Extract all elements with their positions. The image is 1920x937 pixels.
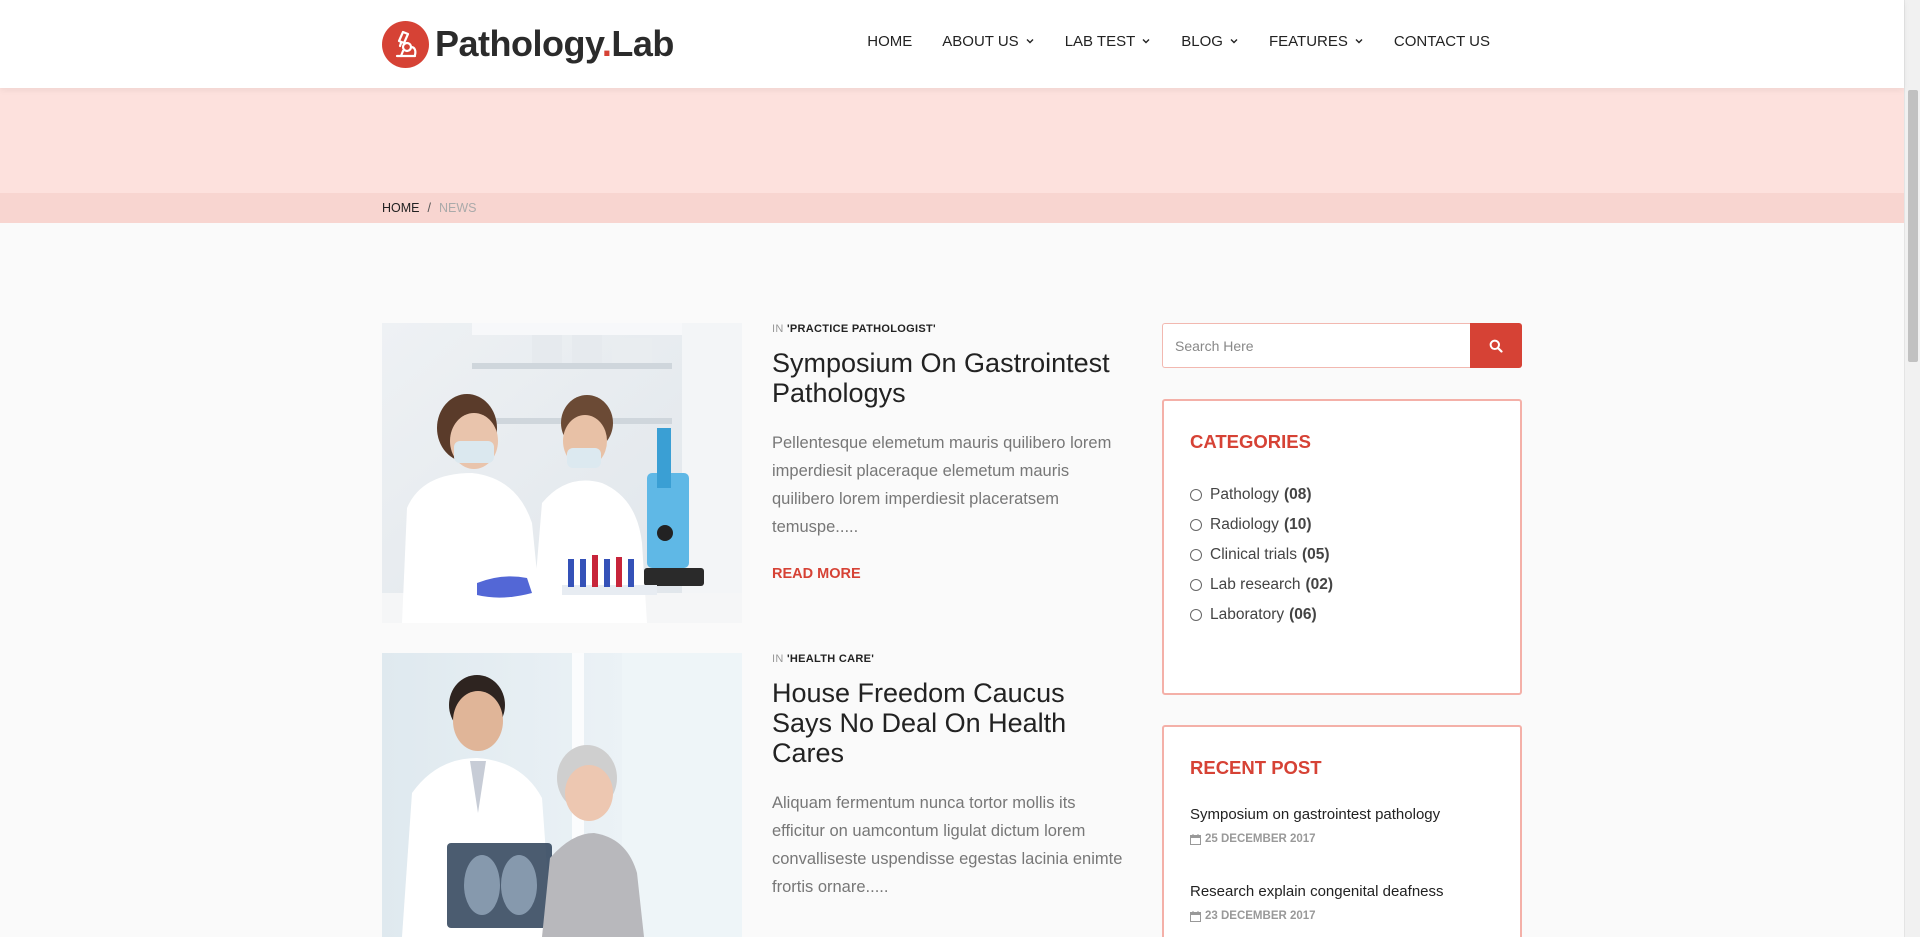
widget-title: CATEGORIES (1190, 431, 1311, 452)
site-logo[interactable]: Pathology.Lab (382, 20, 674, 68)
post-category-link[interactable]: 'HEALTH CARE' (787, 653, 874, 665)
scrollbar-thumb[interactable] (1908, 90, 1918, 362)
post-title[interactable]: Symposium On Gastrointest Pathologys (772, 348, 1132, 408)
site-header: Pathology.Lab HOME ABOUT US LAB TEST BLO… (0, 0, 1904, 88)
breadcrumb-bar: HOME / NEWS (0, 193, 1904, 223)
category-item-radiology[interactable]: Radiology (10) (1190, 510, 1520, 540)
post-excerpt: Aliquam fermentum nunca tortor mollis it… (772, 794, 1123, 896)
nav-contact-us[interactable]: CONTACT US (1394, 33, 1490, 50)
page-scrollbar[interactable] (1904, 0, 1920, 937)
category-list: Pathology (08) Radiology (10) Clinical tri… (1190, 480, 1520, 630)
recent-post-item: Research explain congenital deafness 23 … (1190, 883, 1520, 922)
main-nav: HOME ABOUT US LAB TEST BLOG FEATURES CON… (837, 29, 1490, 53)
post-title[interactable]: House Freedom Caucus Says No Deal On Hea… (772, 678, 1132, 768)
microscope-icon (382, 20, 429, 68)
circle-bullet-icon (1190, 549, 1202, 561)
post-image-lab-scientists[interactable] (382, 323, 742, 623)
categories-widget: CATEGORIES Pathology (08) Radiology (10) C… (1162, 399, 1522, 695)
nav-about-us[interactable]: ABOUT US (942, 33, 1034, 50)
calendar-icon (1190, 833, 1201, 845)
recent-post-title[interactable]: Symposium on gastrointest pathology (1190, 806, 1520, 823)
nav-home[interactable]: HOME (867, 33, 912, 50)
breadcrumb-home[interactable]: HOME (382, 201, 420, 215)
post-excerpt: Pellentesque elemetum mauris quilibero l… (772, 434, 1112, 536)
post-content: IN 'HEALTH CARE' House Freedom Caucus Sa… (772, 653, 1132, 901)
widget-title: RECENT POST (1190, 757, 1322, 778)
recent-post-date: 23 DECEMBER 2017 (1190, 910, 1520, 922)
post-category: IN 'PRACTICE PATHOLOGIST' (772, 323, 936, 335)
blog-post: IN 'PRACTICE PATHOLOGIST' Symposium On G… (382, 323, 1127, 623)
category-item-pathology[interactable]: Pathology (08) (1190, 480, 1520, 510)
breadcrumb-current: NEWS (438, 201, 477, 215)
recent-posts-widget: RECENT POST Symposium on gastrointest pa… (1162, 725, 1522, 937)
post-content: IN 'PRACTICE PATHOLOGIST' Symposium On G… (772, 323, 1132, 583)
nav-lab-test[interactable]: LAB TEST (1065, 33, 1152, 50)
recent-post-item: Symposium on gastrointest pathology 25 D… (1190, 806, 1520, 845)
blog-post: IN 'HEALTH CARE' House Freedom Caucus Sa… (382, 653, 1127, 937)
category-item-lab-research[interactable]: Lab research (02) (1190, 570, 1520, 600)
calendar-icon (1190, 910, 1201, 922)
search-input[interactable] (1162, 323, 1470, 368)
circle-bullet-icon (1190, 609, 1202, 621)
circle-bullet-icon (1190, 489, 1202, 501)
category-item-laboratory[interactable]: Laboratory (06) (1190, 600, 1520, 630)
post-category: IN 'HEALTH CARE' (772, 653, 875, 665)
chevron-down-icon (1026, 39, 1034, 44)
circle-bullet-icon (1190, 519, 1202, 531)
chevron-down-icon (1230, 39, 1238, 44)
nav-features[interactable]: FEATURES (1269, 33, 1364, 50)
breadcrumb: HOME / NEWS (382, 201, 476, 215)
chevron-down-icon (1142, 39, 1150, 44)
post-image-doctor-xray[interactable] (382, 653, 742, 937)
search-button[interactable] (1470, 323, 1522, 368)
recent-post-date: 25 DECEMBER 2017 (1190, 833, 1520, 845)
read-more-link[interactable]: READ MORE (772, 566, 861, 582)
brand-name: Pathology.Lab (435, 23, 674, 64)
chevron-down-icon (1355, 39, 1363, 44)
nav-blog[interactable]: BLOG (1181, 33, 1239, 50)
page-banner (0, 88, 1904, 193)
breadcrumb-separator: / (427, 201, 431, 215)
recent-post-title[interactable]: Research explain congenital deafness (1190, 883, 1520, 900)
search-form (1162, 323, 1522, 368)
post-category-link[interactable]: 'PRACTICE PATHOLOGIST' (787, 323, 936, 335)
circle-bullet-icon (1190, 579, 1202, 591)
search-icon (1489, 339, 1503, 353)
category-item-clinical-trials[interactable]: Clinical trials (05) (1190, 540, 1520, 570)
